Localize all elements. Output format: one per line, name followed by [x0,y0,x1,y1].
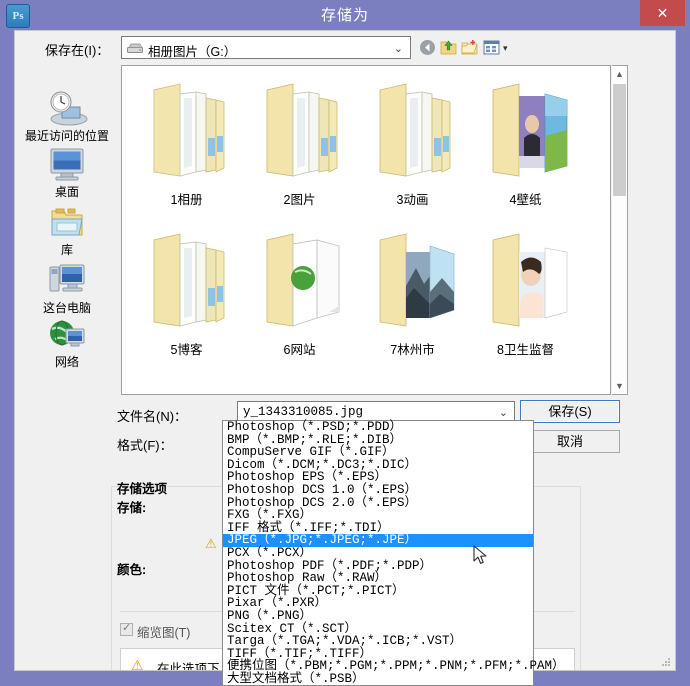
format-option[interactable]: PNG（*.PNG） [223,610,533,623]
list-item-label: 2图片 [283,193,316,207]
warning-icon: ⚠ [205,536,217,551]
look-in-row: 保存在(I)： 相册图片（G:） ⌄ ▾ [15,31,675,65]
look-in-combobox[interactable]: 相册图片（G:） ⌄ [121,36,411,59]
list-item[interactable]: 2图片 [247,76,352,208]
file-list-scrollbar[interactable]: ▲ ▼ [612,65,628,395]
list-item[interactable]: 1相册 [134,76,239,208]
list-item[interactable]: 6网站 [247,226,352,358]
libraries-icon [51,208,83,236]
folder-docs-icon [153,83,224,177]
sidebar-item-network[interactable]: 网络 [15,317,119,369]
save-button[interactable]: 保存(S) [520,400,620,423]
list-item-label: 3动画 [396,193,429,207]
file-list-pane[interactable]: 1相册 2图片 3动画 4壁纸 5博客 6网站 7林州市 8卫生监督 [121,65,611,395]
sidebar-item-label: 桌面 [54,185,79,199]
thumbnail-checkbox[interactable] [120,621,133,636]
views-icon[interactable] [483,39,500,56]
window-title: 存储为 [320,7,369,24]
folder-web-icon [266,233,339,327]
this-pc-icon [49,264,85,292]
look-in-label: 保存在(I)： [45,43,110,58]
list-item-label: 1相册 [170,193,203,207]
list-item[interactable]: 7林州市 [360,226,465,358]
format-option[interactable]: 大型文档格式（*.PSB） [223,673,533,686]
folder-landscape-icon [379,233,454,327]
sidebar-item-label: 最近访问的位置 [24,129,109,143]
format-option[interactable]: Photoshop Raw（*.RAW） [223,572,533,585]
sidebar-item-label: 网络 [54,355,79,369]
scroll-up-arrow-icon[interactable]: ▲ [612,66,627,82]
title-bar: Ps 存储为 ✕ [0,0,690,30]
format-option[interactable]: Targa（*.TGA;*.VDA;*.ICB;*.VST） [223,635,533,648]
folder-docs-icon [153,233,224,327]
new-folder-icon[interactable] [461,39,478,56]
format-label: 格式(F)： [117,438,173,453]
recent-places-icon [50,91,88,126]
network-icon [50,320,85,347]
format-option[interactable]: FXG（*.FXG） [223,509,533,522]
filename-value: y_1343310085.jpg [243,405,364,419]
list-item[interactable]: 5博客 [134,226,239,358]
thumbnail-label: 缩览图(T) [137,626,191,640]
sidebar-item-desktop[interactable]: 桌面 [15,147,119,199]
list-item-label: 7林州市 [390,343,435,357]
folder-docs-icon [266,83,337,177]
list-item[interactable]: 4壁纸 [473,76,578,208]
back-icon[interactable] [419,39,436,56]
chevron-down-icon[interactable]: ⌄ [499,406,508,419]
up-folder-icon[interactable] [440,39,457,56]
scroll-down-arrow-icon[interactable]: ▼ [612,378,627,394]
desktop-icon [50,148,84,181]
scrollbar-thumb[interactable] [613,84,626,196]
format-dropdown-list[interactable]: Photoshop（*.PSD;*.PDD） BMP（*.BMP;*.RLE;*.… [222,420,565,686]
views-dropdown-arrow-icon[interactable]: ▾ [503,43,508,54]
list-item[interactable]: 8卫生监督 [473,226,578,358]
sidebar-item-label: 库 [60,243,73,257]
sidebar-item-recent[interactable]: 最近访问的位置 [15,89,119,143]
drive-icon [127,43,143,53]
list-item-label: 6网站 [283,343,316,357]
color-section-label: 颜色: [117,563,147,577]
format-option[interactable]: Photoshop（*.PSD;*.PDD） [223,421,533,434]
folder-photos-icon [492,83,567,177]
chevron-down-icon: ⌄ [393,43,403,55]
folder-portrait-icon [492,233,567,327]
cancel-button[interactable]: 取消 [520,430,620,453]
save-section-label: 存储: [117,501,147,515]
sidebar-item-label: 这台电脑 [42,301,91,315]
warning-icon: ⚠ [131,657,144,671]
folder-docs-icon [379,83,450,177]
close-button[interactable]: ✕ [640,0,685,26]
list-item-label: 5博客 [170,343,203,357]
sidebar-item-this-pc[interactable]: 这台电脑 [15,261,119,315]
list-item-label: 4壁纸 [509,193,542,207]
sidebar-item-libraries[interactable]: 库 [15,205,119,257]
format-option[interactable]: CompuServe GIF（*.GIF） [223,446,533,459]
look-in-value: 相册图片（G:） [148,45,237,59]
resize-grip-icon[interactable] [659,655,671,667]
list-item-label: 8卫生监督 [497,343,554,357]
format-option[interactable]: 便携位图（*.PBM;*.PGM;*.PPM;*.PNM;*.PFM;*.PAM… [223,660,565,673]
save-options-title: 存储选项 [117,482,168,496]
format-option[interactable]: PCX（*.PCX） [223,547,533,560]
filename-label: 文件名(N)： [117,409,188,424]
format-option[interactable]: Photoshop DCS 1.0（*.EPS） [223,484,533,497]
list-item[interactable]: 3动画 [360,76,465,208]
places-sidebar: 最近访问的位置 桌面 库 这台电脑 网络 [15,65,119,395]
save-as-window: Ps 存储为 ✕ 保存在(I)： 相册图片（G:） ⌄ ▾ 最近访问的位置 桌面… [0,0,690,686]
